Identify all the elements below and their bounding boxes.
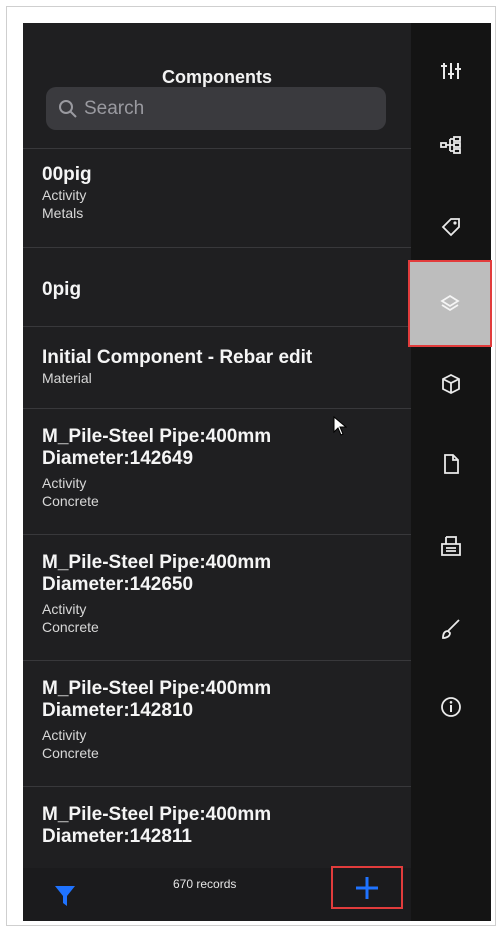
divider (23, 534, 411, 535)
toolbar-item-sliders[interactable] (411, 43, 491, 99)
components-panel: Components Search 00pig Activity Metals … (23, 23, 411, 921)
item-title-line-2: Diameter:142649 (42, 448, 194, 469)
item-title-line-1: M_Pile-Steel Pipe:400mm (42, 552, 272, 573)
item-title-line-2: Diameter:142650 (42, 574, 194, 595)
toolbar-item-brush[interactable] (411, 601, 491, 657)
item-title-line-1: M_Pile-Steel Pipe:400mm (42, 804, 272, 825)
item-category: Concrete (42, 619, 99, 635)
search-placeholder: Search (84, 97, 145, 119)
list-item[interactable]: Initial Component - Rebar edit Material (42, 347, 402, 387)
item-type: Activity (42, 727, 87, 743)
divider (23, 247, 411, 248)
info-icon (441, 697, 461, 717)
item-type: Activity (42, 601, 87, 617)
item-title: Initial Component - Rebar edit (42, 347, 313, 368)
page-title: Components (162, 67, 272, 87)
search-icon (59, 99, 77, 118)
brush-icon (442, 619, 460, 639)
toolbar-item-hierarchy[interactable] (411, 117, 491, 173)
list-item[interactable]: M_Pile-Steel Pipe:400mm Diameter:142650 … (42, 552, 402, 636)
list-item[interactable]: M_Pile-Steel Pipe:400mm Diameter:142649 … (42, 426, 402, 510)
records-count: 670 records (173, 877, 237, 891)
list-item[interactable]: M_Pile-Steel Pipe:400mm Diameter:142811 (42, 804, 402, 848)
add-button[interactable] (331, 866, 403, 909)
item-title-line-2: Diameter:142811 (42, 826, 192, 847)
toolbar-item-cube[interactable] (411, 356, 491, 412)
toolbar-item-layers[interactable] (408, 260, 492, 347)
divider (23, 326, 411, 327)
list-footer: 670 records (23, 866, 411, 921)
tag-icon (441, 218, 460, 237)
hierarchy-icon (440, 136, 461, 154)
item-type: Material (42, 370, 92, 386)
sliders-icon (441, 63, 461, 79)
item-title: 00pig (42, 164, 92, 185)
toolbar-item-info[interactable] (411, 679, 491, 735)
item-title-line-1: M_Pile-Steel Pipe:400mm (42, 426, 272, 447)
item-type: Activity (42, 187, 87, 203)
document-icon (444, 454, 459, 474)
divider (23, 408, 411, 409)
list-item[interactable]: 00pig Activity Metals (42, 164, 402, 222)
item-title-line-2: Diameter:142810 (42, 700, 194, 721)
item-title: 0pig (42, 279, 82, 300)
list-item[interactable]: 0pig (42, 279, 402, 301)
filter-icon[interactable] (54, 884, 76, 908)
divider (23, 660, 411, 661)
divider (23, 148, 411, 149)
divider (23, 786, 411, 787)
toolbar-item-printer[interactable] (411, 518, 491, 574)
plus-icon (356, 876, 378, 899)
toolbar-item-document[interactable] (411, 436, 491, 492)
search-input[interactable]: Search (46, 87, 386, 130)
item-type: Activity (42, 475, 87, 491)
item-category: Concrete (42, 493, 99, 509)
layers-icon (440, 294, 460, 311)
mouse-cursor-icon (333, 416, 347, 436)
printer-icon (441, 536, 461, 556)
item-category: Concrete (42, 745, 99, 761)
right-toolbar (411, 23, 491, 921)
item-title-line-1: M_Pile-Steel Pipe:400mm (42, 678, 272, 699)
list-item[interactable]: M_Pile-Steel Pipe:400mm Diameter:142810 … (42, 678, 402, 762)
toolbar-item-tag[interactable] (411, 198, 491, 254)
item-category: Metals (42, 205, 84, 221)
cube-icon (442, 373, 460, 395)
